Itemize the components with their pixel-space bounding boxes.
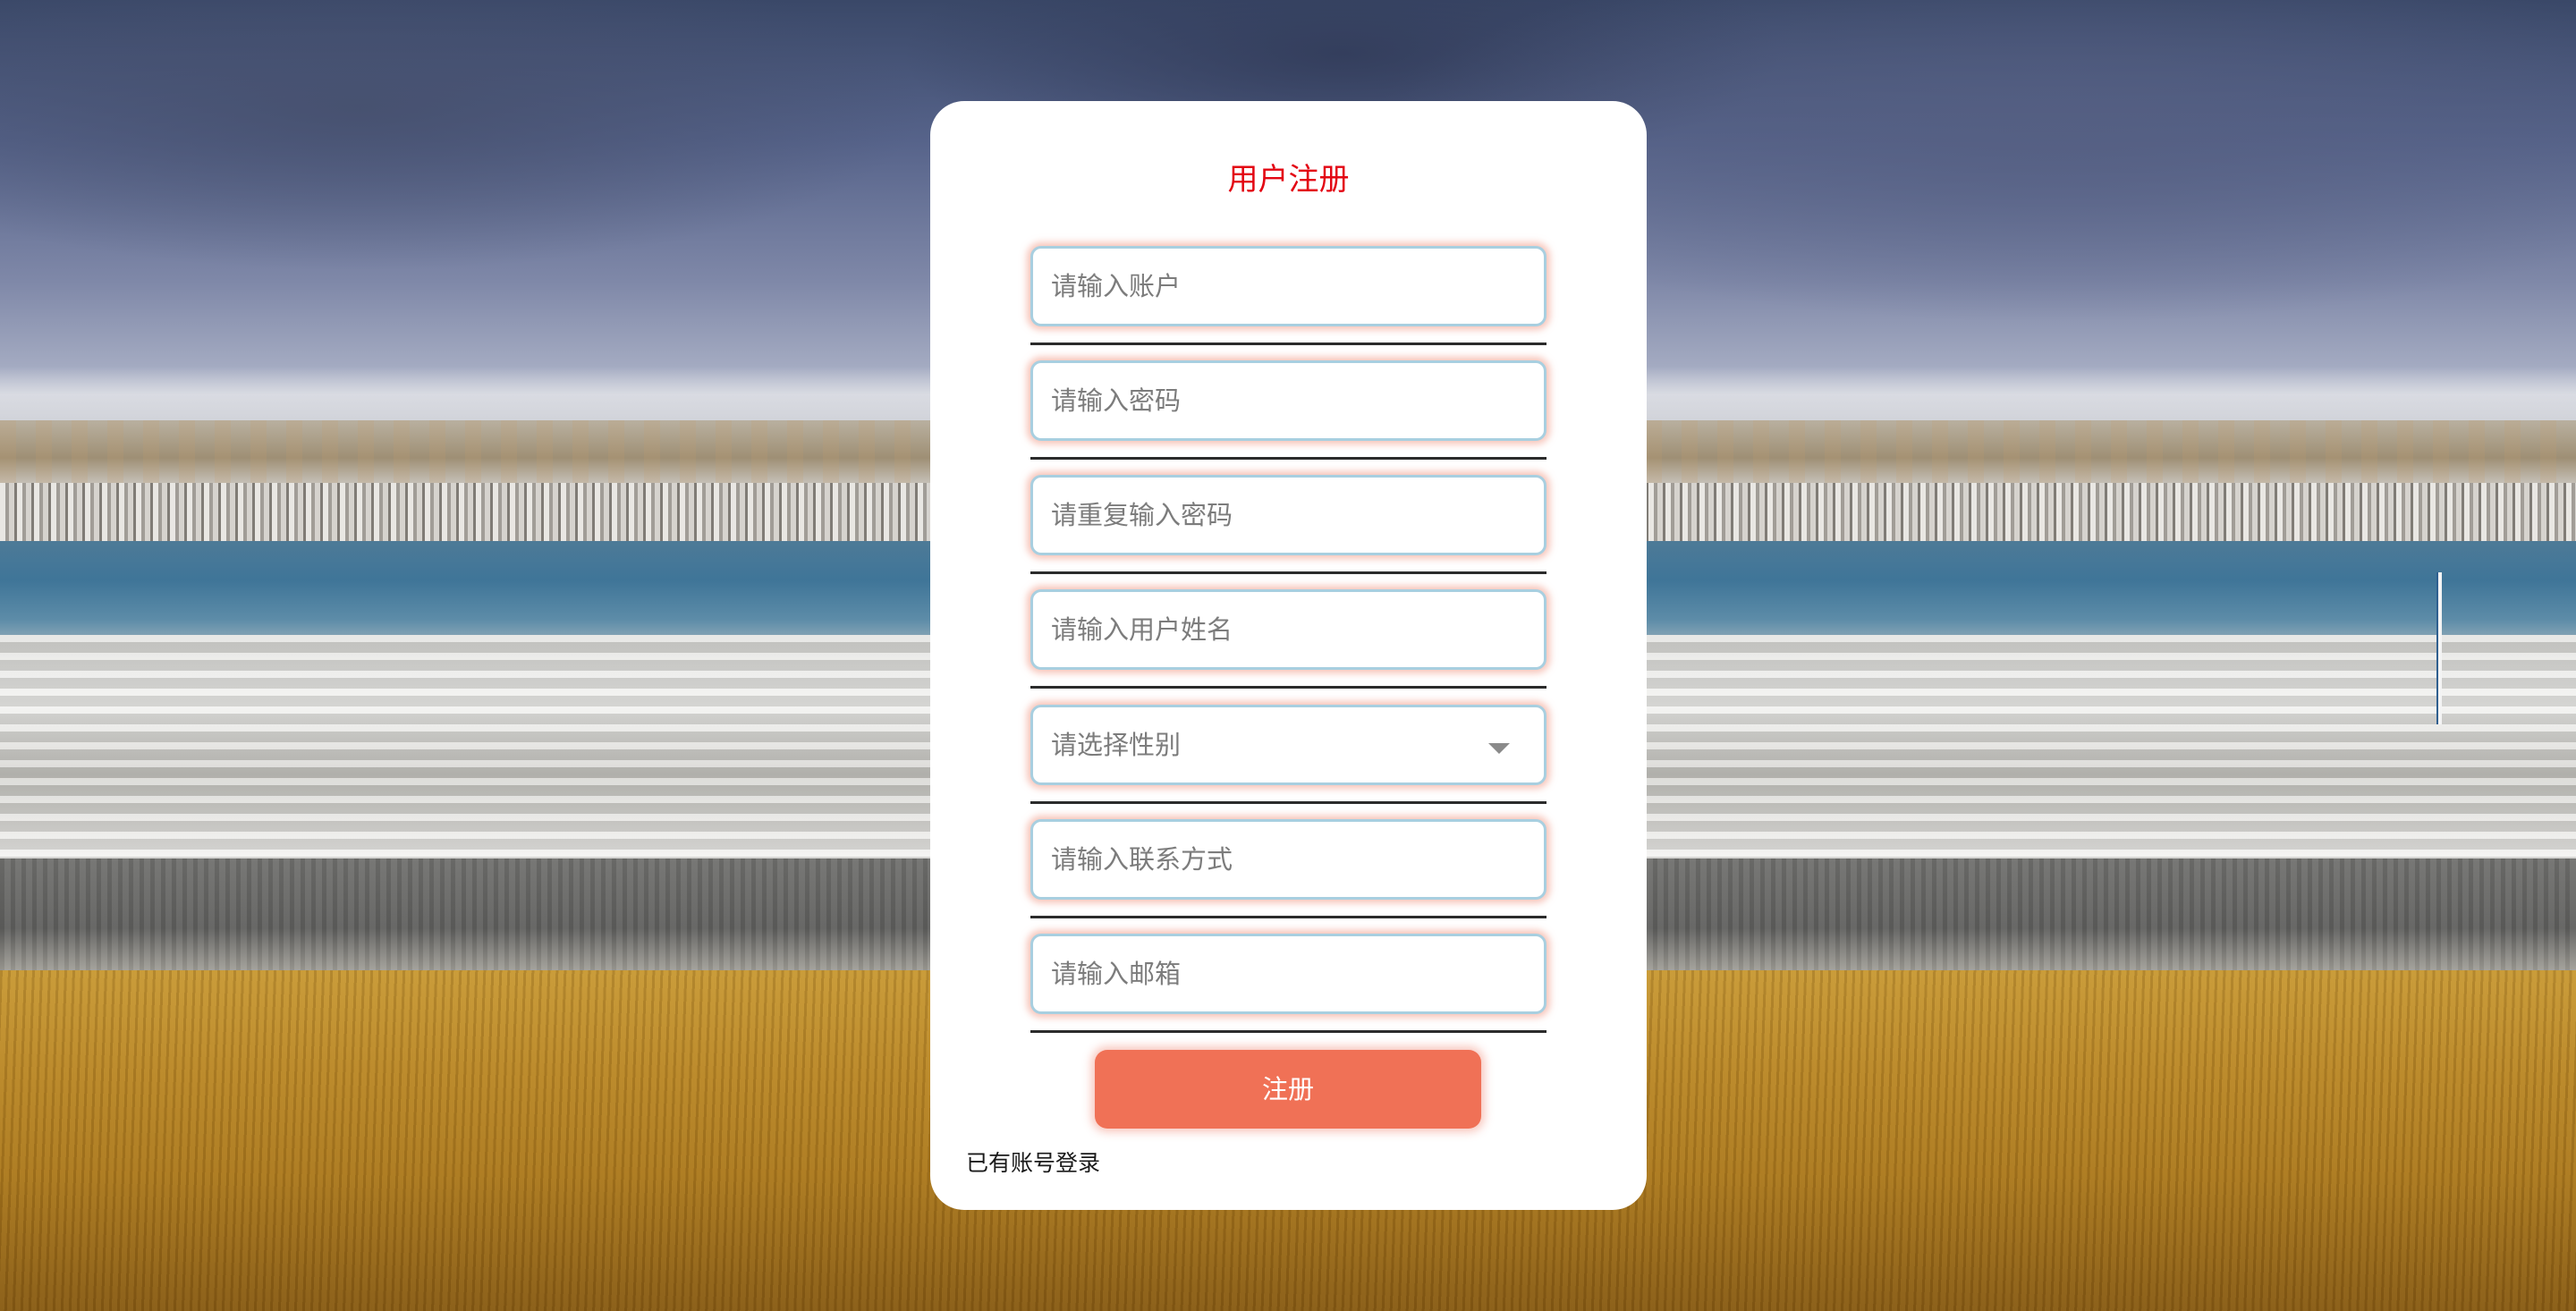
divider-line (1030, 1030, 1546, 1033)
gender-field-group: 请选择性别 (1030, 705, 1546, 819)
divider-line (1030, 801, 1546, 804)
email-input[interactable] (1030, 934, 1546, 1014)
gender-select-placeholder: 请选择性别 (1051, 730, 1182, 760)
chevron-down-icon (1488, 743, 1510, 754)
marker-post (2436, 572, 2442, 724)
page-title: 用户注册 (1227, 162, 1350, 198)
confirm-password-input[interactable] (1030, 475, 1546, 555)
divider-line (1030, 916, 1546, 918)
email-field-group (1030, 934, 1546, 1048)
real-name-input[interactable] (1030, 589, 1546, 670)
divider-line (1030, 343, 1546, 345)
password-input[interactable] (1030, 360, 1546, 441)
register-card: 用户注册 请选择性别 注册 已有账号登录 (930, 101, 1647, 1210)
register-button[interactable]: 注册 (1095, 1050, 1481, 1129)
account-input[interactable] (1030, 246, 1546, 326)
login-link[interactable]: 已有账号登录 (966, 1146, 1100, 1178)
divider-line (1030, 571, 1546, 574)
confirm-password-field-group (1030, 475, 1546, 589)
contact-input[interactable] (1030, 819, 1546, 900)
divider-line (1030, 457, 1546, 460)
account-field-group (1030, 246, 1546, 360)
real-name-field-group (1030, 589, 1546, 704)
gender-select[interactable]: 请选择性别 (1030, 705, 1546, 785)
password-field-group (1030, 360, 1546, 475)
divider-line (1030, 686, 1546, 689)
contact-field-group (1030, 819, 1546, 934)
